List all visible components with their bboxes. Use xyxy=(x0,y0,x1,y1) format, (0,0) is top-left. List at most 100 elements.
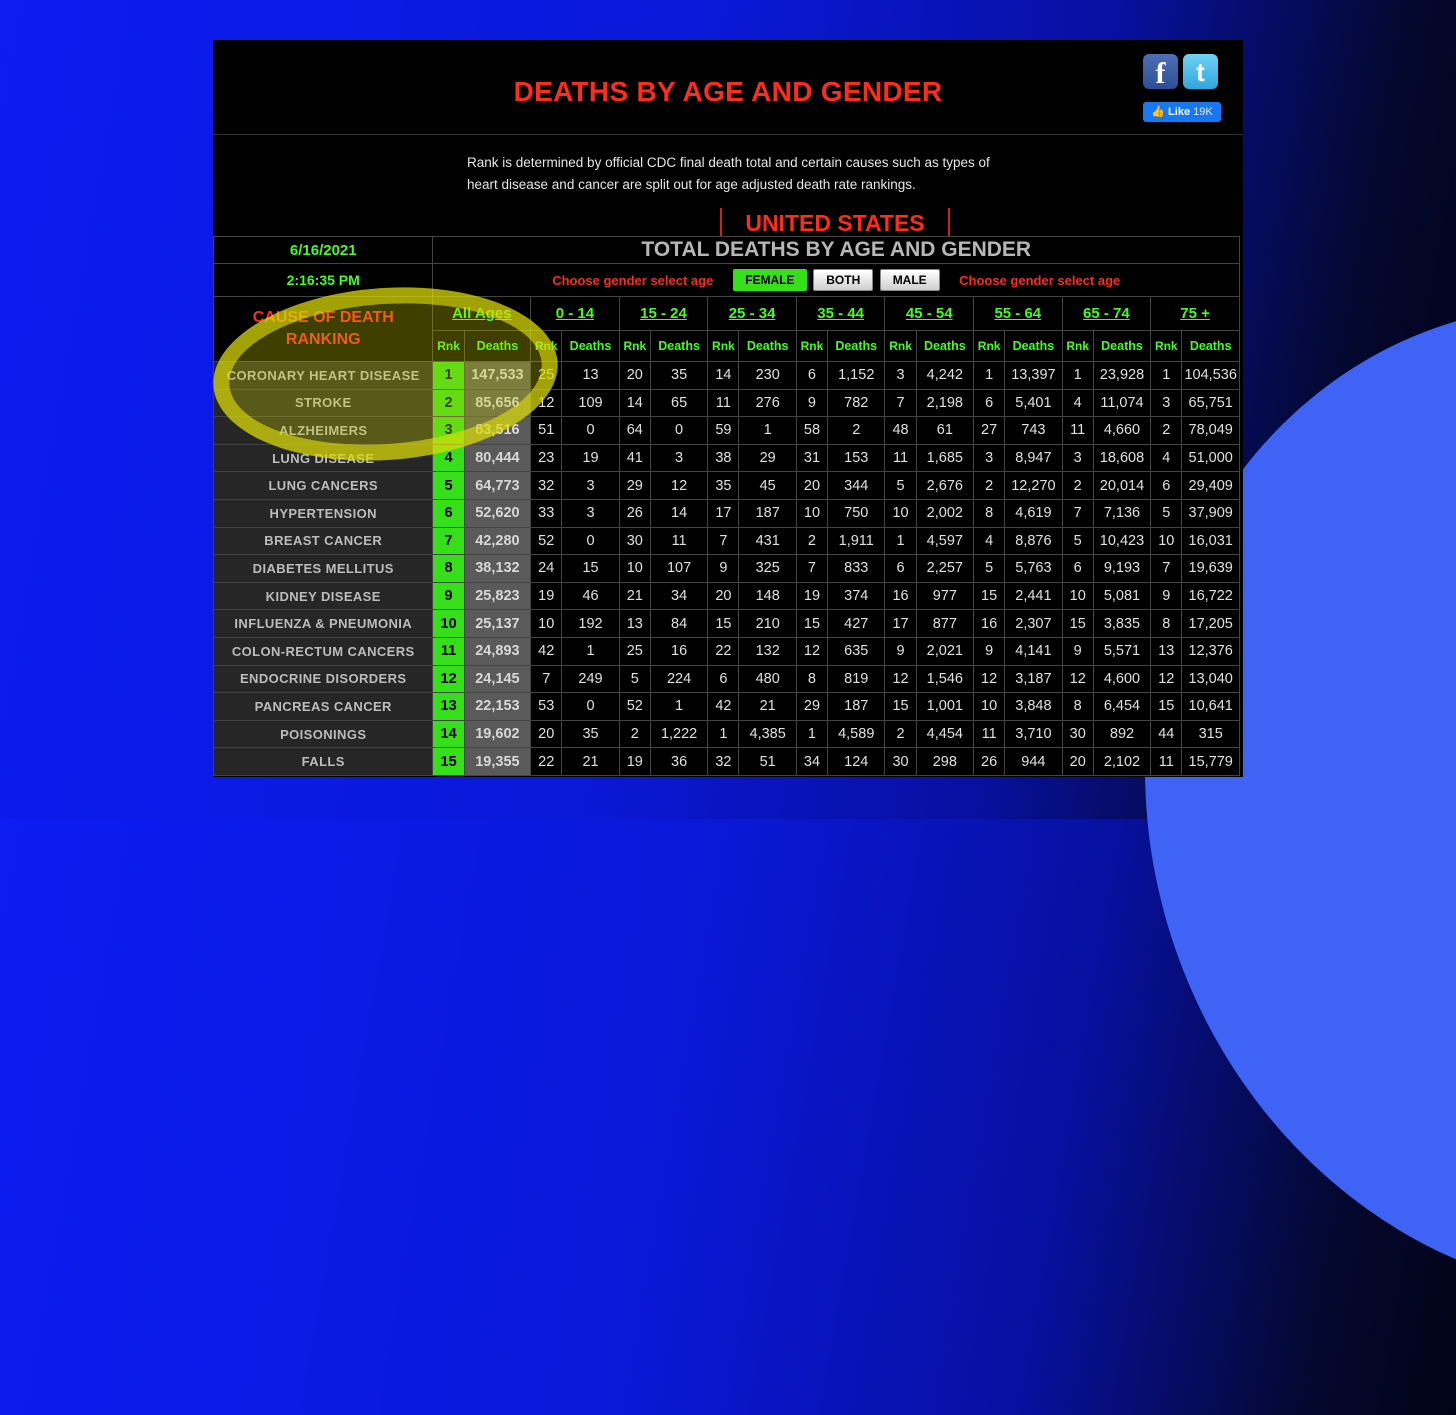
age-rank-cell: 44 xyxy=(1150,719,1183,749)
age-rank-cell: 30 xyxy=(618,526,651,556)
age-rank-cell: 26 xyxy=(973,747,1006,776)
age-group-link[interactable]: All Ages xyxy=(432,296,532,331)
rank-all-ages: 13 xyxy=(432,692,465,721)
male-button[interactable]: MALE xyxy=(879,269,940,291)
age-rank-cell: 9 xyxy=(884,636,917,666)
age-deaths-cell: 187 xyxy=(827,692,886,721)
age-rank-cell: 32 xyxy=(707,747,740,776)
age-rank-cell: 59 xyxy=(707,416,740,445)
age-deaths-cell: 3 xyxy=(561,498,620,528)
age-group-link[interactable]: 25 - 34 xyxy=(707,296,797,331)
age-rank-cell: 9 xyxy=(973,636,1006,666)
deaths-column-header: Deaths xyxy=(463,330,532,362)
age-rank-cell: 3 xyxy=(1150,388,1183,418)
cause-name: INFLUENZA & PNEUMONIA xyxy=(213,609,434,638)
age-rank-cell: 4 xyxy=(1150,443,1183,473)
age-rank-cell: 11 xyxy=(1061,416,1094,445)
age-deaths-cell: 61 xyxy=(915,416,975,445)
facebook-like-button[interactable]: 👍 Like 19K xyxy=(1143,102,1221,122)
deaths-column-header: Deaths xyxy=(649,330,709,362)
age-deaths-cell: 37,909 xyxy=(1181,498,1240,528)
deaths-column-header: Deaths xyxy=(1092,330,1152,362)
age-rank-cell: 13 xyxy=(618,609,651,638)
age-rank-cell: 4 xyxy=(973,526,1006,556)
both-button[interactable]: BOTH xyxy=(813,269,874,291)
cause-name: FALLS xyxy=(213,747,434,776)
rank-all-ages: 8 xyxy=(432,554,465,583)
age-rank-cell: 4 xyxy=(1061,388,1094,418)
age-deaths-cell: 1 xyxy=(561,636,620,666)
deaths-all-ages: 24,893 xyxy=(463,636,532,666)
deaths-all-ages: 25,823 xyxy=(463,581,532,611)
table-row: ENDOCRINE DISORDERS 12 24,145 7 249 5 224 6 480 8… xyxy=(213,664,1240,694)
age-deaths-cell: 750 xyxy=(827,498,886,528)
age-rank-cell: 29 xyxy=(795,692,829,721)
age-deaths-cell: 9,193 xyxy=(1092,554,1152,583)
age-rank-cell: 19 xyxy=(795,581,829,611)
age-deaths-cell: 1,546 xyxy=(915,664,975,694)
age-deaths-cell: 0 xyxy=(561,526,620,556)
age-deaths-cell: 431 xyxy=(738,526,797,556)
age-rank-cell: 11 xyxy=(884,443,917,473)
age-deaths-cell: 109 xyxy=(561,388,620,418)
rank-all-ages: 15 xyxy=(432,747,465,776)
cause-of-death-header: CAUSE OF DEATH RANKING xyxy=(213,296,434,362)
facebook-icon[interactable]: f xyxy=(1143,54,1178,90)
age-group-link[interactable]: 75 + xyxy=(1150,296,1240,331)
age-rank-cell: 3 xyxy=(973,443,1006,473)
age-rank-cell: 51 xyxy=(530,416,563,445)
age-deaths-cell: 8,947 xyxy=(1004,443,1063,473)
age-group-link[interactable]: 35 - 44 xyxy=(795,296,886,331)
age-rank-cell: 2 xyxy=(1150,416,1183,445)
gender-prompt-right: Choose gender select age xyxy=(959,272,1121,288)
age-rank-cell: 17 xyxy=(707,498,740,528)
age-rank-cell: 2 xyxy=(1061,471,1094,500)
age-rank-cell: 5 xyxy=(1061,526,1094,556)
age-deaths-cell: 18,608 xyxy=(1092,443,1152,473)
age-deaths-cell: 13 xyxy=(561,361,620,390)
age-deaths-cell: 6,454 xyxy=(1092,692,1152,721)
age-deaths-cell: 3 xyxy=(649,443,709,473)
age-rank-cell: 48 xyxy=(884,416,917,445)
age-rank-cell: 32 xyxy=(530,471,563,500)
age-deaths-cell: 10,423 xyxy=(1092,526,1152,556)
age-group-link[interactable]: 65 - 74 xyxy=(1061,296,1152,331)
age-deaths-cell: 977 xyxy=(915,581,975,611)
twitter-icon[interactable]: t xyxy=(1183,54,1218,89)
cause-name: ALZHEIMERS xyxy=(213,416,434,445)
age-rank-cell: 17 xyxy=(884,609,917,638)
age-deaths-cell: 16,031 xyxy=(1181,526,1240,556)
female-button[interactable]: FEMALE xyxy=(732,269,807,291)
age-deaths-cell: 2,676 xyxy=(915,471,975,500)
rank-column-header: Rnk xyxy=(432,330,465,362)
age-rank-cell: 15 xyxy=(795,609,829,638)
deaths-column-header: Deaths xyxy=(915,330,975,362)
age-group-link[interactable]: 45 - 54 xyxy=(884,296,975,331)
rank-all-ages: 5 xyxy=(432,471,465,500)
age-deaths-cell: 2,021 xyxy=(915,636,975,666)
age-deaths-cell: 1,911 xyxy=(827,526,886,556)
page-title: DEATHS BY AGE AND GENDER xyxy=(513,76,943,107)
age-rank-cell: 26 xyxy=(618,498,651,528)
cause-name: STROKE xyxy=(213,388,434,418)
age-group-link[interactable]: 15 - 24 xyxy=(618,296,709,331)
age-rank-cell: 8 xyxy=(1061,692,1094,721)
cause-name: KIDNEY DISEASE xyxy=(213,581,434,611)
rank-all-ages: 6 xyxy=(432,498,465,528)
age-rank-cell: 10 xyxy=(973,692,1006,721)
rank-column-header: Rnk xyxy=(530,330,563,362)
age-deaths-cell: 15,779 xyxy=(1181,747,1240,776)
age-rank-cell: 22 xyxy=(530,747,563,776)
age-rank-cell: 7 xyxy=(707,526,740,556)
age-group-link[interactable]: 0 - 14 xyxy=(530,296,620,331)
age-group-link[interactable]: 55 - 64 xyxy=(973,296,1063,331)
age-deaths-cell: 4,619 xyxy=(1004,498,1063,528)
age-rank-cell: 31 xyxy=(795,443,829,473)
age-deaths-cell: 132 xyxy=(738,636,797,666)
age-deaths-cell: 298 xyxy=(915,747,975,776)
table-title: TOTAL DEATHS BY AGE AND GENDER xyxy=(432,236,1240,264)
age-deaths-cell: 10,641 xyxy=(1181,692,1240,721)
age-rank-cell: 1 xyxy=(1061,361,1094,390)
age-rank-cell: 10 xyxy=(884,498,917,528)
age-rank-cell: 7 xyxy=(1061,498,1094,528)
